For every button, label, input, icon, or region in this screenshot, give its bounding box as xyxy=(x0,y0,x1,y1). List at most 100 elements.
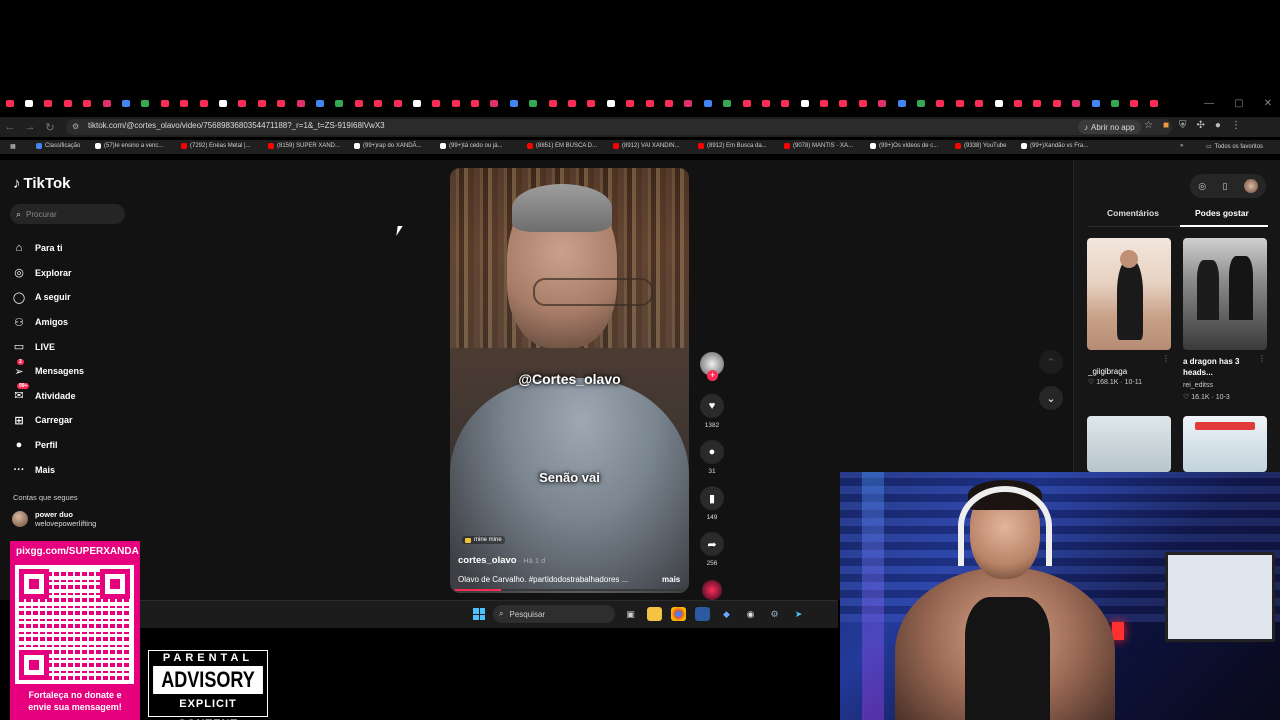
browser-tab[interactable] xyxy=(853,100,872,107)
tab-you-may-like[interactable]: Podes gostar xyxy=(1195,208,1249,218)
browser-tab[interactable] xyxy=(136,100,155,107)
more-link[interactable]: mais xyxy=(662,575,680,584)
browser-tab[interactable] xyxy=(950,100,969,107)
browser-tab[interactable] xyxy=(291,100,310,107)
recommended-title[interactable]: a dragon has 3 heads... xyxy=(1183,356,1263,378)
browser-tab[interactable] xyxy=(679,100,698,107)
bookmark-item[interactable]: (8851) EM BUSCA D... xyxy=(527,143,597,149)
bookmark-item[interactable]: (8912) VAI XANDIN... xyxy=(613,143,680,149)
device-icon[interactable]: ▯ xyxy=(1222,181,1227,192)
bookmark-item[interactable]: (99+)rap do XANDÃ... xyxy=(354,143,422,149)
browser-tab[interactable] xyxy=(349,100,368,107)
editor-app-icon[interactable] xyxy=(695,607,710,621)
browser-tab[interactable] xyxy=(582,100,601,107)
browser-tab[interactable] xyxy=(0,100,19,107)
browser-tab[interactable] xyxy=(233,100,252,107)
browser-tab[interactable] xyxy=(970,100,989,107)
tiktok-logo[interactable]: ♪ TikTok xyxy=(13,175,70,192)
video-author[interactable]: cortes_olavo · Há 1 d xyxy=(458,555,545,566)
tab-comments[interactable]: Comentários xyxy=(1107,208,1159,218)
extension-icon[interactable]: ■ xyxy=(1163,120,1169,131)
browser-tab[interactable] xyxy=(116,100,135,107)
shield-icon[interactable]: ⛨ xyxy=(1179,120,1187,131)
explore-small-icon[interactable]: ◎ xyxy=(1198,181,1206,192)
browser-tab[interactable] xyxy=(1008,100,1027,107)
bookmark-item[interactable]: (99+)Os vídeos de c... xyxy=(870,143,938,149)
recommended-thumbnail[interactable] xyxy=(1087,416,1171,472)
browser-tab[interactable] xyxy=(213,100,232,107)
reload-icon[interactable]: ↻ xyxy=(40,121,60,134)
back-icon[interactable]: ← xyxy=(0,121,20,133)
sidebar-item-atividade[interactable]: ✉ 99+ Atividade xyxy=(12,383,84,409)
browser-tab[interactable] xyxy=(194,100,213,107)
follow-plus-icon[interactable]: + xyxy=(707,370,718,381)
open-in-app-button[interactable]: ♪ Abrir no app xyxy=(1078,120,1141,134)
browser-tab[interactable] xyxy=(330,100,349,107)
browser-tab[interactable] xyxy=(737,100,756,107)
browser-tab[interactable] xyxy=(368,100,387,107)
bookmark-item[interactable]: (99+)Xandão vs Fra... xyxy=(1021,143,1088,149)
recorder-app-icon[interactable]: ◉ xyxy=(743,607,758,621)
like-button[interactable]: ♥ xyxy=(700,394,724,418)
profile-avatar-icon[interactable]: ● xyxy=(1215,120,1221,131)
messaging-app-icon[interactable]: ➤ xyxy=(791,607,806,621)
browser-tab[interactable] xyxy=(252,100,271,107)
browser-tab[interactable] xyxy=(78,100,97,107)
close-window-icon[interactable]: ✕ xyxy=(1264,98,1272,109)
minimize-icon[interactable]: — xyxy=(1204,98,1214,109)
sidebar-item-explorar[interactable]: ◎ Explorar xyxy=(12,261,84,286)
bookmark-item[interactable]: (99+)tá cedo ou já... xyxy=(440,143,503,149)
sidebar-item-carregar[interactable]: ⊞ Carregar xyxy=(12,408,84,433)
browser-tab[interactable] xyxy=(97,100,116,107)
video-progress-bar[interactable] xyxy=(455,589,685,591)
recommended-user[interactable]: rei_editss xyxy=(1183,382,1213,389)
browser-tab[interactable] xyxy=(1047,100,1066,107)
browser-tab[interactable] xyxy=(621,100,640,107)
sidebar-item-a-seguir[interactable]: ◯ A seguir xyxy=(12,285,84,310)
browser-tab[interactable] xyxy=(717,100,736,107)
sidebar-item-live[interactable]: ▭ LIVE xyxy=(12,334,84,359)
browser-tab[interactable] xyxy=(1105,100,1124,107)
chrome-icon[interactable] xyxy=(671,607,686,621)
star-icon[interactable]: ☆ xyxy=(1144,120,1153,131)
puzzle-icon[interactable]: ✣ xyxy=(1197,120,1205,131)
previous-video-button[interactable]: ⌃ xyxy=(1039,350,1063,374)
next-video-button[interactable]: ⌄ xyxy=(1039,386,1063,410)
recommended-thumbnail[interactable] xyxy=(1183,238,1267,350)
recommended-user[interactable]: _giigibraga xyxy=(1088,367,1127,376)
browser-tab[interactable] xyxy=(524,100,543,107)
following-account[interactable]: power duo welovepowerlifting xyxy=(12,510,96,528)
browser-tab[interactable] xyxy=(155,100,174,107)
site-info-icon[interactable]: ⚙ xyxy=(72,122,81,131)
sidebar-item-perfil[interactable]: ● Perfil xyxy=(12,433,84,458)
taskbar-search-input[interactable]: ⌕ Pesquisar xyxy=(493,605,615,623)
browser-tab[interactable] xyxy=(19,100,38,107)
bookmarks-overflow-icon[interactable]: » xyxy=(1180,143,1183,149)
search-input[interactable]: ⌕ Procurar xyxy=(10,204,125,224)
browser-tab[interactable] xyxy=(271,100,290,107)
music-disc-icon[interactable] xyxy=(702,580,722,600)
browser-tab[interactable] xyxy=(1144,100,1163,107)
browser-tab[interactable] xyxy=(834,100,853,107)
more-options-icon[interactable]: ⋮ xyxy=(1162,354,1170,363)
file-explorer-icon[interactable] xyxy=(647,607,662,621)
browser-tab[interactable] xyxy=(776,100,795,107)
browser-tab[interactable] xyxy=(562,100,581,107)
user-avatar-icon[interactable] xyxy=(1243,179,1258,193)
browser-tab[interactable] xyxy=(175,100,194,107)
browser-tab[interactable] xyxy=(504,100,523,107)
recommended-thumbnail[interactable] xyxy=(1183,416,1267,472)
sidebar-item-amigos[interactable]: ⚇ Amigos xyxy=(12,310,84,335)
save-button[interactable]: ▮ xyxy=(700,486,724,510)
music-tag[interactable]: mine mine xyxy=(462,536,505,544)
kebab-menu-icon[interactable]: ⋮ xyxy=(1231,120,1241,131)
bookmark-item[interactable]: (8912) Em Busca da... xyxy=(698,143,767,149)
sidebar-item-mensagens[interactable]: ➢ 2 Mensagens xyxy=(12,358,84,384)
comment-button[interactable]: ● xyxy=(700,440,724,464)
browser-tab[interactable] xyxy=(1125,100,1144,107)
apps-grid-icon[interactable]: ▦ xyxy=(10,143,16,150)
sidebar-item-mais[interactable]: ··· Mais xyxy=(12,457,84,482)
browser-tab[interactable] xyxy=(659,100,678,107)
browser-tab[interactable] xyxy=(465,100,484,107)
bookmark-item[interactable]: (9338) YouTube xyxy=(955,143,1006,149)
